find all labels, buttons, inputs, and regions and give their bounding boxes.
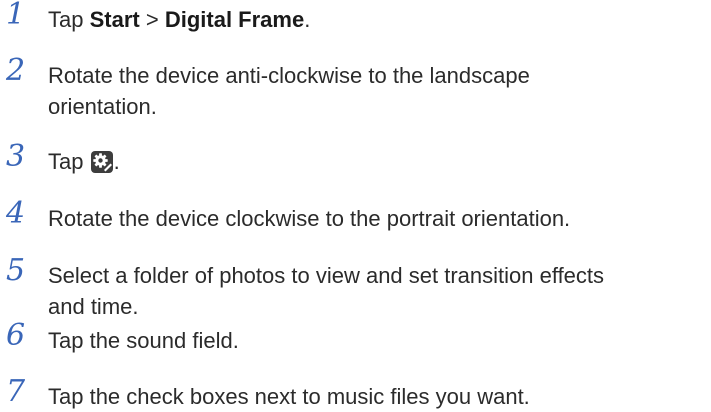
settings-gear-icon: [90, 150, 113, 173]
digital-frame-label: Digital Frame: [164, 7, 305, 32]
step-number: 5: [6, 253, 26, 288]
step-text: Rotate the device clockwise to the portr…: [48, 206, 571, 231]
sentence-end: .: [304, 7, 311, 32]
menu-separator: >: [145, 7, 159, 32]
tap-word: Tap: [48, 7, 84, 32]
step-number: 6: [6, 318, 26, 353]
step-text: Tap .: [48, 146, 698, 177]
step-text-line-1: Rotate the device anti-clockwise to the …: [48, 63, 530, 88]
step-text-line-2: orientation.: [48, 94, 157, 119]
step-number: 1: [6, 0, 26, 32]
instruction-steps: 1 Tap Start > Digital Frame. 2 Rotate th…: [0, 0, 711, 412]
tap-word: Tap: [48, 149, 84, 174]
step-text: Tap the check boxes next to music files …: [48, 384, 530, 409]
step-text: Tap the sound field.: [48, 328, 239, 353]
step-text: Select a folder of photos to view and se…: [48, 260, 698, 322]
step-text: Rotate the device anti-clockwise to the …: [48, 60, 698, 122]
sentence-end: .: [113, 149, 120, 174]
step-number: 2: [6, 53, 26, 88]
step-text: Tap Start > Digital Frame.: [48, 4, 698, 35]
step-number: 7: [6, 374, 26, 409]
step-text-line-1: Select a folder of photos to view and se…: [48, 263, 605, 288]
step-number: 3: [6, 139, 26, 174]
step-number: 4: [6, 196, 26, 231]
start-label: Start: [89, 7, 140, 32]
step-text-line-2: and time.: [48, 294, 139, 319]
